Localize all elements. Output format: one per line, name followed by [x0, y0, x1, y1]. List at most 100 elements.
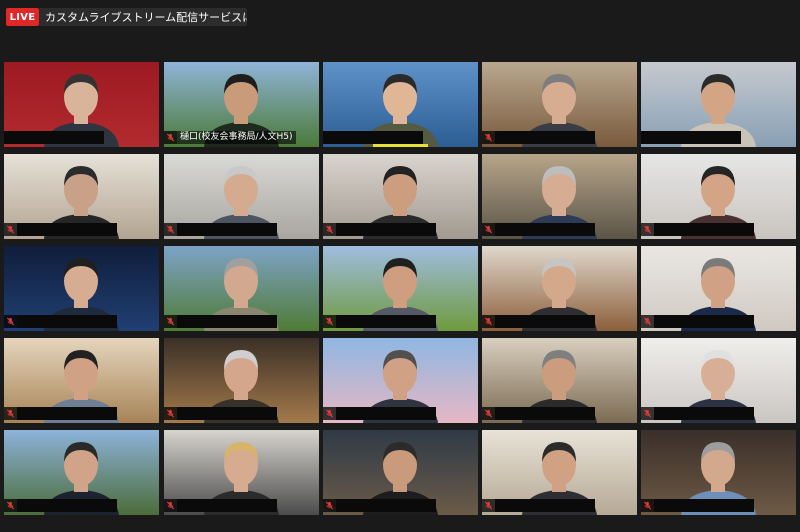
- participant-name-bar: [482, 499, 595, 512]
- participant-video-tile[interactable]: [4, 338, 159, 423]
- participant-video-tile[interactable]: [164, 430, 319, 515]
- participant-name-bar: [4, 223, 117, 236]
- live-badge: LIVE: [6, 8, 39, 26]
- participant-name-bar: [641, 407, 754, 420]
- participant-name-bar: [641, 223, 754, 236]
- mic-muted-icon: [641, 315, 654, 328]
- participant-video-tile[interactable]: 樋口(校友会事務局/人文H5): [164, 62, 319, 147]
- participant-name-bar: [482, 407, 595, 420]
- participant-name-label: 樋口(校友会事務局/人文H5): [177, 131, 296, 144]
- live-stream-bar: LIVE カスタムライブストリーム配信サービスに参加中 ▼: [0, 0, 800, 36]
- participant-name-bar: [4, 315, 117, 328]
- mic-muted-icon: [4, 499, 17, 512]
- participant-name-bar: [323, 499, 436, 512]
- participant-video-tile[interactable]: [323, 430, 478, 515]
- redacted-name-block: [177, 315, 277, 328]
- participant-video-tile[interactable]: [4, 154, 159, 239]
- participant-name-bar: [641, 131, 741, 144]
- redacted-name-block: [654, 499, 754, 512]
- redacted-name-block: [336, 223, 436, 236]
- mic-muted-icon: [323, 407, 336, 420]
- participant-video-tile[interactable]: [4, 430, 159, 515]
- participant-name-bar: [482, 131, 595, 144]
- participant-name-bar: [4, 131, 104, 144]
- mic-muted-icon: [482, 407, 495, 420]
- participant-video-tile[interactable]: [641, 154, 796, 239]
- redacted-name-block: [177, 499, 277, 512]
- redacted-name-block: [495, 315, 595, 328]
- participant-name-bar: [164, 407, 277, 420]
- redacted-name-block: [336, 499, 436, 512]
- participant-video-tile[interactable]: [164, 338, 319, 423]
- participant-name-bar: [482, 223, 595, 236]
- redacted-name-block: [4, 131, 104, 144]
- participant-name-bar: [323, 223, 436, 236]
- participant-video-tile[interactable]: [641, 62, 796, 147]
- participant-name-bar: [323, 131, 423, 144]
- participant-video-tile[interactable]: [482, 154, 637, 239]
- mic-muted-icon: [641, 223, 654, 236]
- redacted-name-block: [177, 223, 277, 236]
- redacted-name-block: [654, 407, 754, 420]
- redacted-name-block: [654, 315, 754, 328]
- mic-muted-icon: [482, 315, 495, 328]
- mic-muted-icon: [323, 315, 336, 328]
- participant-video-tile[interactable]: [482, 246, 637, 331]
- participant-name-bar: [164, 223, 277, 236]
- participant-video-tile[interactable]: [4, 246, 159, 331]
- participant-video-tile[interactable]: [482, 430, 637, 515]
- mic-muted-icon: [482, 131, 495, 144]
- participant-video-tile[interactable]: [482, 62, 637, 147]
- mic-muted-icon: [164, 223, 177, 236]
- participant-video-tile[interactable]: [164, 246, 319, 331]
- mic-muted-icon: [164, 131, 177, 144]
- participant-video-tile[interactable]: [641, 338, 796, 423]
- mic-muted-icon: [323, 223, 336, 236]
- participant-name-bar: [323, 315, 436, 328]
- redacted-name-block: [336, 407, 436, 420]
- participant-name-bar: [4, 499, 117, 512]
- participant-video-tile[interactable]: [164, 154, 319, 239]
- participant-name-bar: [4, 407, 117, 420]
- mic-muted-icon: [323, 499, 336, 512]
- redacted-name-block: [323, 131, 423, 144]
- redacted-name-block: [495, 223, 595, 236]
- mic-muted-icon: [482, 223, 495, 236]
- participant-video-tile[interactable]: [4, 62, 159, 147]
- speaking-indicator: [373, 144, 428, 147]
- redacted-name-block: [17, 407, 117, 420]
- participant-video-tile[interactable]: [323, 154, 478, 239]
- mic-muted-icon: [164, 407, 177, 420]
- redacted-name-block: [495, 407, 595, 420]
- participant-video-tile[interactable]: [641, 430, 796, 515]
- redacted-name-block: [495, 499, 595, 512]
- participant-name-bar: 樋口(校友会事務局/人文H5): [164, 131, 296, 144]
- redacted-name-block: [495, 131, 595, 144]
- mic-muted-icon: [4, 407, 17, 420]
- participant-name-bar: [323, 407, 436, 420]
- participant-name-bar: [164, 315, 277, 328]
- mic-muted-icon: [641, 407, 654, 420]
- redacted-name-block: [641, 131, 741, 144]
- mic-muted-icon: [641, 499, 654, 512]
- participant-video-tile[interactable]: [482, 338, 637, 423]
- participant-name-bar: [641, 499, 754, 512]
- mic-muted-icon: [4, 315, 17, 328]
- live-stream-label: カスタムライブストリーム配信サービスに参加中: [45, 11, 247, 24]
- redacted-name-block: [17, 315, 117, 328]
- participant-video-tile[interactable]: [323, 62, 478, 147]
- live-stream-dropdown[interactable]: カスタムライブストリーム配信サービスに参加中 ▼: [39, 8, 247, 26]
- participant-name-bar: [641, 315, 754, 328]
- participant-video-tile[interactable]: [323, 246, 478, 331]
- participant-name-bar: [482, 315, 595, 328]
- participant-video-tile[interactable]: [323, 338, 478, 423]
- redacted-name-block: [336, 315, 436, 328]
- redacted-name-block: [654, 223, 754, 236]
- participant-video-tile[interactable]: [641, 246, 796, 331]
- participant-name-bar: [164, 499, 277, 512]
- mic-muted-icon: [482, 499, 495, 512]
- redacted-name-block: [17, 499, 117, 512]
- mic-muted-icon: [164, 315, 177, 328]
- mic-muted-icon: [164, 499, 177, 512]
- redacted-name-block: [17, 223, 117, 236]
